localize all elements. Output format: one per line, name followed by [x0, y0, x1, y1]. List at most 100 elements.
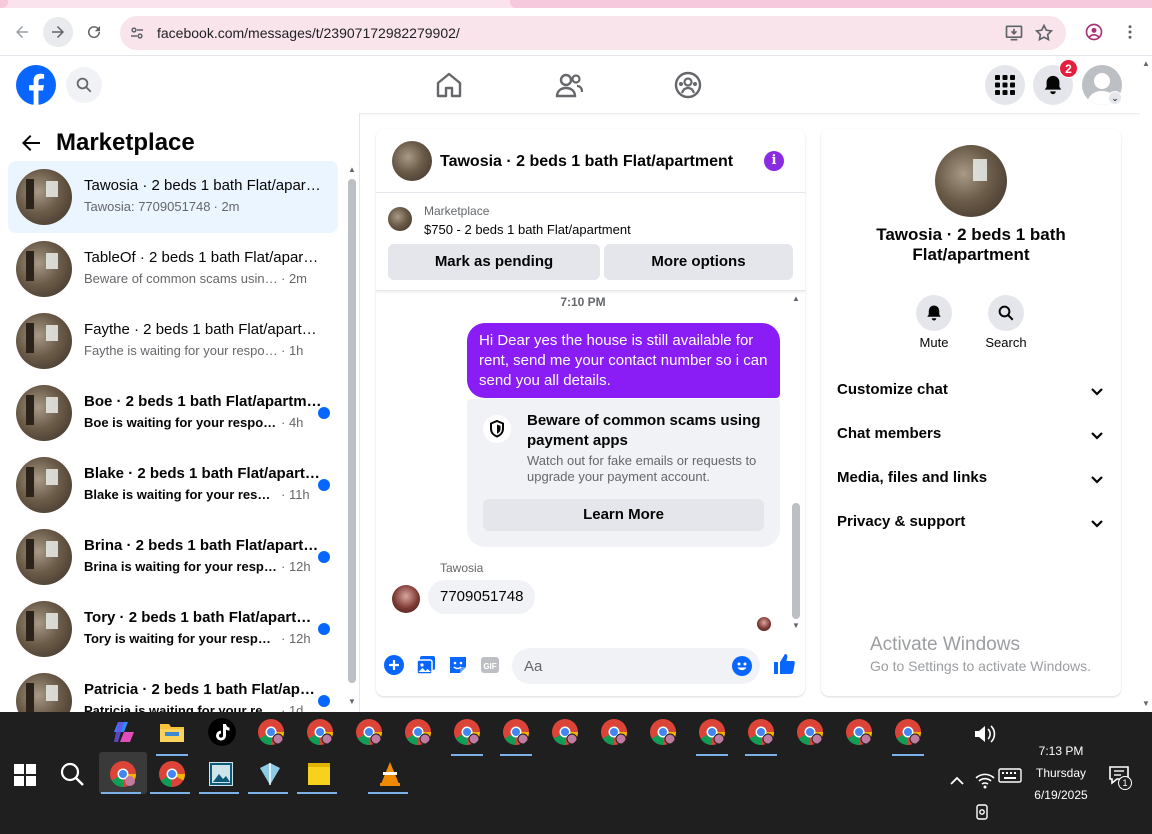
search-icon — [76, 77, 92, 93]
plus-icon[interactable] — [383, 654, 405, 676]
message-input[interactable]: Aa — [512, 648, 760, 684]
page-scrollbar[interactable]: ▲ ▼ — [1140, 57, 1152, 712]
conversation-item[interactable]: TableOf · 2 beds 1 bath Flat/apartment Be… — [8, 233, 338, 305]
chrome-window-icon[interactable] — [747, 718, 775, 746]
search-facebook-button[interactable] — [66, 67, 102, 103]
scroll-down-icon[interactable]: ▼ — [348, 697, 356, 706]
listing-price[interactable]: $750 - 2 beds 1 bath Flat/apartment — [424, 222, 631, 237]
mark-as-pending-button[interactable]: Mark as pending — [388, 244, 600, 280]
details-section-0[interactable]: Customize chat — [837, 381, 1105, 405]
details-section-1[interactable]: Chat members — [837, 425, 1105, 449]
conversation-message: Brina is waiting for your respo... — [84, 559, 278, 574]
back-icon[interactable] — [7, 17, 37, 47]
start-icon[interactable] — [14, 764, 36, 786]
conversation-item[interactable]: Patricia · 2 beds 1 bath Flat/apartment P… — [8, 665, 338, 712]
groups-icon[interactable] — [672, 69, 704, 101]
app-icon[interactable] — [256, 760, 284, 788]
chat-avatar[interactable] — [392, 141, 432, 181]
profile-icon[interactable] — [1079, 17, 1109, 47]
home-icon[interactable] — [433, 69, 465, 101]
keyboard-icon[interactable] — [998, 766, 1022, 786]
listing-thumbnail[interactable] — [388, 207, 412, 231]
search-icon[interactable] — [58, 760, 86, 788]
network-icon[interactable] — [974, 768, 996, 790]
mute-button[interactable] — [916, 295, 952, 331]
address-bar[interactable]: facebook.com/messages/t/2390717298227990… — [120, 16, 1066, 50]
chrome-window-icon[interactable] — [257, 718, 285, 746]
account-chevron-icon[interactable]: ⌄ — [1108, 91, 1122, 105]
back-arrow-icon[interactable] — [16, 131, 46, 155]
learn-more-button[interactable]: Learn More — [483, 499, 764, 531]
incoming-message[interactable]: 7709051748 — [428, 580, 536, 614]
chrome-icon[interactable] — [158, 760, 186, 788]
scroll-down-icon[interactable]: ▼ — [1142, 699, 1150, 708]
clock-time[interactable]: 7:13 PM — [1030, 744, 1092, 758]
show-hidden-icons-icon[interactable] — [948, 772, 966, 790]
details-section-3[interactable]: Privacy & support — [837, 513, 1105, 537]
chat-scrollbar[interactable]: ▲ ▼ — [790, 291, 802, 631]
chrome-window-icon[interactable] — [698, 718, 726, 746]
sticker-icon[interactable] — [447, 654, 469, 676]
url-text[interactable]: facebook.com/messages/t/2390717298227990… — [157, 25, 460, 41]
conversation-list-scrollbar[interactable]: ▲ ▼ — [346, 165, 358, 710]
info-icon[interactable]: i — [764, 151, 784, 171]
chrome-window-icon[interactable] — [453, 718, 481, 746]
facebook-logo-icon[interactable] — [16, 65, 56, 105]
scroll-up-icon[interactable]: ▲ — [1142, 59, 1150, 68]
chrome-window-icon[interactable] — [796, 718, 824, 746]
friends-icon[interactable] — [553, 69, 585, 101]
chrome-window-icon[interactable] — [845, 718, 873, 746]
tiktok-icon[interactable] — [208, 718, 236, 746]
clock-date[interactable]: 6/19/2025 — [1030, 788, 1092, 802]
details-avatar[interactable] — [935, 145, 1007, 217]
photos-app-icon[interactable] — [207, 760, 235, 788]
browser-active-tab[interactable] — [510, 0, 1152, 8]
site-info-icon[interactable] — [128, 24, 146, 42]
sticky-notes-icon[interactable] — [305, 760, 333, 788]
chrome-window-icon[interactable] — [649, 718, 677, 746]
conversation-item[interactable]: Blake · 2 beds 1 bath Flat/apartment Blak… — [8, 449, 338, 521]
file-explorer-icon[interactable] — [158, 718, 186, 746]
chrome-window-icon[interactable] — [306, 718, 334, 746]
chrome-window-icon[interactable] — [600, 718, 628, 746]
clock-day[interactable]: Thursday — [1030, 766, 1092, 780]
chat-title[interactable]: Tawosia · 2 beds 1 bath Flat/apartment — [440, 153, 733, 171]
scroll-up-icon[interactable]: ▲ — [792, 294, 800, 303]
scrollbar-thumb[interactable] — [792, 503, 800, 619]
conversation-item[interactable]: Faythe · 2 beds 1 bath Flat/apartment Fay… — [8, 305, 338, 377]
chrome-window-icon[interactable] — [502, 718, 530, 746]
scroll-up-icon[interactable]: ▲ — [348, 165, 356, 174]
emoji-icon[interactable] — [732, 656, 752, 676]
scrollbar-thumb[interactable] — [348, 179, 356, 683]
browser-menu-icon[interactable] — [1115, 17, 1145, 47]
conversation-time: · 12h — [281, 631, 311, 646]
install-app-icon[interactable] — [1004, 23, 1024, 43]
chrome-window-icon[interactable] — [404, 718, 432, 746]
search-in-chat-button[interactable] — [988, 295, 1024, 331]
vlc-icon[interactable] — [376, 760, 404, 788]
conversation-item[interactable]: Boe · 2 beds 1 bath Flat/apartment Boe is… — [8, 377, 338, 449]
scroll-down-icon[interactable]: ▼ — [792, 621, 800, 630]
details-section-2[interactable]: Media, files and links — [837, 469, 1105, 493]
volume-icon[interactable] — [970, 720, 998, 748]
chrome-profile-icon[interactable] — [109, 760, 137, 788]
bookmark-star-icon[interactable] — [1034, 23, 1054, 43]
chrome-window-icon[interactable] — [355, 718, 383, 746]
copilot-icon[interactable] — [110, 718, 138, 746]
conversation-item[interactable]: Brina · 2 beds 1 bath Flat/apartment Brin… — [8, 521, 338, 593]
forward-icon[interactable] — [43, 17, 73, 47]
more-options-button[interactable]: More options — [604, 244, 793, 280]
gif-icon[interactable]: GIF — [479, 654, 501, 676]
like-icon[interactable] — [772, 652, 796, 676]
meet-now-icon[interactable] — [974, 804, 990, 820]
menu-button[interactable] — [985, 65, 1025, 105]
photo-icon[interactable] — [415, 654, 437, 676]
mute-label: Mute — [919, 335, 949, 350]
outgoing-message[interactable]: Hi Dear yes the house is still available… — [467, 323, 780, 398]
conversation-item[interactable]: Tawosia · 2 beds 1 bath Flat/apartment Ta… — [8, 161, 338, 233]
chrome-window-icon[interactable] — [551, 718, 579, 746]
conversation-item[interactable]: Tory · 2 beds 1 bath Flat/apartment Tory … — [8, 593, 338, 665]
sender-avatar[interactable] — [392, 585, 420, 613]
reload-icon[interactable] — [79, 17, 109, 47]
chrome-window-icon[interactable] — [894, 718, 922, 746]
